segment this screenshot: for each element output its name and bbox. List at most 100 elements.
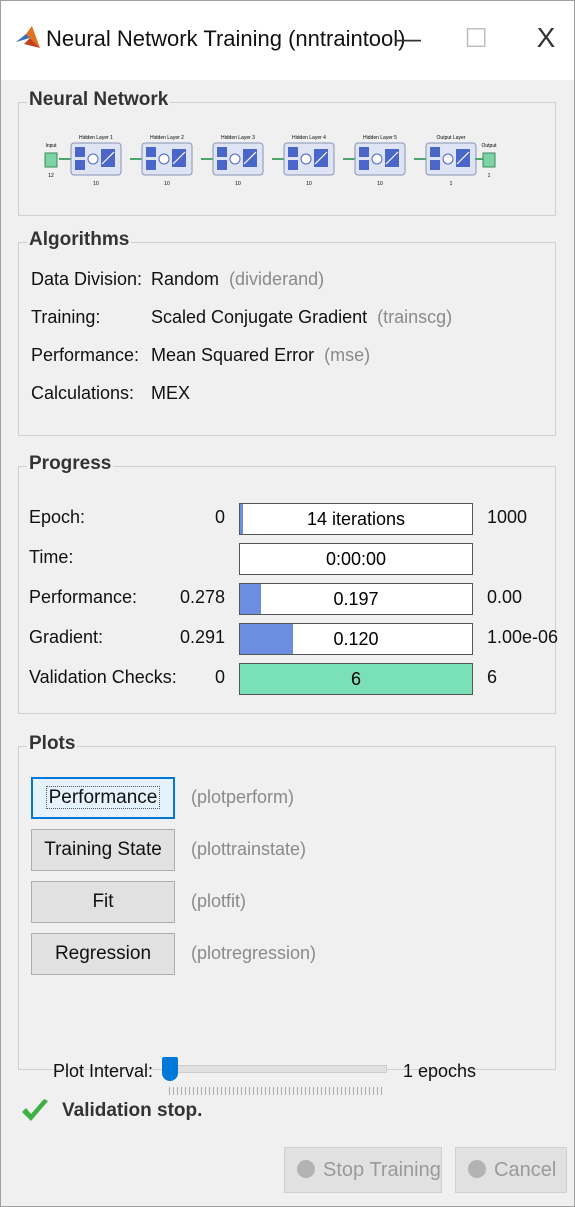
cancel-icon bbox=[468, 1160, 486, 1178]
weight-box bbox=[217, 147, 227, 157]
progress-value: 0:00:00 bbox=[325, 549, 387, 569]
progress-min: 0 bbox=[214, 667, 225, 687]
bias-box bbox=[430, 160, 440, 170]
sum-node bbox=[158, 153, 170, 165]
title-bar: Neural Network Training (nntraintool) — … bbox=[0, 0, 575, 80]
layer-name: Hidden Layer 3 bbox=[221, 135, 255, 141]
weight-box bbox=[146, 147, 156, 157]
bias-box bbox=[217, 160, 227, 170]
progress-value: 0.197 bbox=[333, 589, 379, 609]
weight-box bbox=[288, 147, 298, 157]
layer-size: 10 bbox=[377, 181, 383, 187]
algorithm-value: MEX bbox=[151, 383, 200, 404]
cancel-button[interactable]: Cancel bbox=[455, 1147, 567, 1193]
close-button[interactable]: X bbox=[526, 18, 566, 58]
plot-button-training-state[interactable]: Training State bbox=[31, 829, 175, 871]
sum-node bbox=[371, 153, 383, 165]
progress-min: 0.278 bbox=[179, 587, 225, 607]
window-title: Neural Network Training (nntraintool) bbox=[46, 26, 406, 51]
neural-network-panel: Neural Network Input 12 Hidden Layer 1 10 Hi… bbox=[18, 89, 556, 216]
progress-max: 1.00e-06 bbox=[487, 627, 559, 647]
plot-button-fit[interactable]: Fit bbox=[31, 881, 175, 923]
progress-label: Performance: bbox=[29, 587, 138, 607]
algorithm-function: (mse) bbox=[324, 345, 371, 365]
checkmark-icon bbox=[22, 1099, 48, 1121]
maximize-button[interactable]: ☐ bbox=[456, 18, 496, 58]
plot-interval-track[interactable] bbox=[169, 1065, 387, 1073]
plot-interval-label: Plot Interval: bbox=[53, 1061, 154, 1081]
network-diagram: Input 12 Hidden Layer 1 10 Hidden Layer 2 10 H… bbox=[44, 135, 497, 187]
matlab-logo-icon bbox=[16, 26, 40, 48]
progress-bar: 0.120 bbox=[239, 623, 473, 655]
bias-box bbox=[75, 160, 85, 170]
plot-button-performance[interactable]: Performance bbox=[31, 777, 175, 819]
layer-size: 10 bbox=[306, 181, 312, 187]
plot-button-label: Regression bbox=[54, 943, 152, 964]
layer-name: Hidden Layer 1 bbox=[79, 135, 113, 141]
stop-training-button[interactable]: Stop Training bbox=[284, 1147, 442, 1193]
sum-node bbox=[442, 153, 454, 165]
progress-max: 1000 bbox=[487, 507, 528, 527]
layer-size: 10 bbox=[164, 181, 170, 187]
algorithm-name: Scaled Conjugate Gradient bbox=[151, 307, 368, 327]
input-label: Input bbox=[45, 143, 57, 149]
minimize-button[interactable]: — bbox=[388, 18, 428, 58]
stop-training-label: Stop Training bbox=[323, 1159, 441, 1181]
algorithm-name: Mean Squared Error bbox=[151, 345, 315, 365]
plot-function: (plottrainstate) bbox=[191, 839, 307, 859]
plot-button-regression[interactable]: Regression bbox=[31, 933, 175, 975]
plot-interval-value: 1 epochs bbox=[403, 1061, 477, 1081]
algorithms-panel: Algorithms Data Division: Random (dividera… bbox=[18, 229, 556, 436]
plot-button-label: Fit bbox=[92, 891, 114, 912]
sum-node bbox=[87, 153, 99, 165]
progress-panel: Progress Epoch: 0 14 iterations 1000 Time: 0:… bbox=[18, 453, 559, 714]
sum-node bbox=[229, 153, 241, 165]
weight-box bbox=[430, 147, 440, 157]
progress-label: Time: bbox=[29, 547, 74, 567]
progress-max: 6 bbox=[487, 667, 498, 687]
progress-bar: 0:00:00 bbox=[239, 543, 473, 575]
stop-icon bbox=[297, 1160, 315, 1178]
layer-name: Hidden Layer 5 bbox=[363, 135, 397, 141]
input-size: 12 bbox=[48, 173, 54, 179]
layer-name: Hidden Layer 4 bbox=[292, 135, 326, 141]
neural-network-title: Neural Network bbox=[27, 89, 171, 111]
bias-box bbox=[359, 160, 369, 170]
plot-button-label: Training State bbox=[44, 839, 162, 860]
algorithms-title: Algorithms bbox=[27, 229, 132, 251]
layer-size: 10 bbox=[93, 181, 99, 187]
plots-title: Plots bbox=[27, 733, 78, 755]
plot-function: (plotperform) bbox=[191, 787, 295, 807]
plot-function: (plotregression) bbox=[191, 943, 317, 963]
output-label: Output bbox=[481, 143, 497, 149]
output-node bbox=[482, 152, 496, 168]
progress-bar: 6 bbox=[239, 663, 473, 695]
layer-size: 10 bbox=[235, 181, 241, 187]
progress-value: 14 iterations bbox=[306, 509, 406, 529]
bias-box bbox=[288, 160, 298, 170]
status-message: Validation stop. bbox=[62, 1100, 203, 1121]
progress-min: 0 bbox=[214, 507, 225, 527]
algorithm-function: (dividerand) bbox=[229, 269, 325, 289]
progress-label: Gradient: bbox=[29, 627, 104, 647]
algorithm-value: Scaled Conjugate Gradient (trainscg) bbox=[151, 307, 452, 328]
algorithm-name: MEX bbox=[151, 383, 191, 403]
slider-ticks bbox=[169, 1087, 385, 1095]
progress-value: 0.120 bbox=[333, 629, 379, 649]
plots-panel: Plots Performance (plotperform) Training S… bbox=[18, 733, 556, 1095]
input-node bbox=[44, 152, 58, 168]
progress-label: Epoch: bbox=[29, 507, 86, 527]
plot-function: (plotfit) bbox=[191, 891, 247, 911]
algorithm-function: (trainscg) bbox=[377, 307, 453, 327]
algorithm-label: Training: bbox=[31, 307, 101, 327]
algorithm-label: Performance: bbox=[31, 345, 140, 365]
progress-value: 6 bbox=[350, 669, 361, 689]
sum-node bbox=[300, 153, 312, 165]
algorithm-label: Calculations: bbox=[31, 383, 135, 403]
progress-bar: 0.197 bbox=[239, 583, 473, 615]
plot-button-label: Performance bbox=[45, 786, 161, 809]
layer-name: Hidden Layer 2 bbox=[150, 135, 184, 141]
plot-interval-slider[interactable] bbox=[162, 1057, 178, 1081]
algorithm-name: Random bbox=[151, 269, 220, 289]
algorithm-label: Data Division: bbox=[31, 269, 143, 289]
